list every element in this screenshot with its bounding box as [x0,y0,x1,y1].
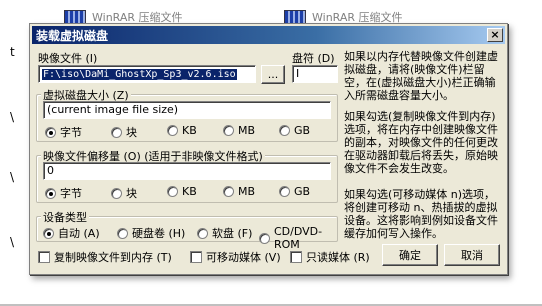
checkbox-label: 只读媒体 (R) [306,251,370,264]
unit-radio-kb[interactable]: KB [167,124,197,137]
cancel-button[interactable]: 取消 [444,244,500,266]
ok-button[interactable]: 确定 [382,244,438,266]
drive-letter-label: 盘符 (D) [292,52,335,65]
radio-button[interactable] [167,125,178,136]
browse-button[interactable]: ... [261,65,285,84]
help-text-memory: 如果以内存代替映像文件创建虚拟磁盘，请将(映像文件)栏留空，在(虚拟磁盘大小)栏… [344,50,498,102]
radio-label: CD/DVD-ROM [274,225,323,251]
offset-value: 0 [47,164,54,177]
checkbox[interactable] [290,251,302,263]
radio-button[interactable] [45,187,56,199]
radio-label: 字节 [60,187,82,200]
unit-radio-mb[interactable]: MB [223,124,255,137]
radio-button[interactable] [117,227,128,239]
checkbox-label: 可移动媒体 (V) [206,251,281,264]
background-text: \ [10,110,15,124]
close-button[interactable]: × [487,28,503,42]
dialog-titlebar[interactable]: 装载虚拟磁盘 × [32,26,505,44]
offset-group: 映像文件偏移量 (O) (适用于非映像文件格式) 0 字节 块 KB MB GB [36,148,338,203]
disk-size-value: (current image file size) [47,103,179,116]
cancel-button-label: 取消 [461,249,483,262]
checkbox-label: 复制映像文件到内存 (T) [54,251,172,264]
offset-input[interactable]: 0 [43,162,331,180]
background-text: t [10,45,15,59]
radio-label: 块 [126,187,137,200]
radio-label: MB [238,124,256,137]
copy-to-memory-checkbox[interactable]: 复制映像文件到内存 (T) [38,249,172,265]
device-radio-cdrom[interactable]: CD/DVD-ROM [259,225,337,251]
radio-label: 自动 (A) [58,227,100,240]
radio-label: GB [294,124,311,137]
offset-unit-radio-mb[interactable]: MB [223,185,255,198]
unit-radio-gb[interactable]: GB [279,124,310,137]
winrar-archive-icon [64,10,86,24]
radio-button[interactable] [197,227,208,239]
close-icon: × [490,28,500,41]
radio-label: 块 [126,126,137,139]
ok-button-label: 确定 [399,249,421,262]
radio-label: 硬盘卷 (H) [132,227,186,240]
device-type-group-title: 设备类型 [41,209,89,225]
radio-button[interactable] [259,232,270,244]
read-only-checkbox[interactable]: 只读媒体 (R) [290,249,370,265]
radio-label: KB [182,185,197,198]
radio-button[interactable] [167,186,178,197]
device-radio-floppy[interactable]: 软盘 (F) [197,225,252,241]
checkbox[interactable] [190,251,202,263]
disk-size-input[interactable]: (current image file size) [43,101,331,119]
browse-button-label: ... [267,68,279,81]
unit-radio-blocks[interactable]: 块 [111,124,137,140]
radio-button[interactable] [279,125,290,136]
offset-unit-radio-blocks[interactable]: 块 [111,185,137,201]
radio-button[interactable] [223,125,234,136]
background-text: \ [10,235,15,249]
radio-button[interactable] [279,186,290,197]
image-file-value: F:\iso\DaMi_GhostXp_Sp3_v2.6.iso [42,69,237,80]
radio-label: KB [182,124,197,137]
removable-media-checkbox[interactable]: 可移动媒体 (V) [190,249,281,265]
winrar-archive-icon [284,10,306,24]
image-file-label: 映像文件 (I) [38,52,98,65]
disk-size-group: 虚拟磁盘大小 (Z) (current image file size) 字节 … [36,87,338,142]
unit-radio-bytes[interactable]: 字节 [45,124,82,140]
offset-unit-radio-gb[interactable]: GB [279,185,310,198]
image-file-input[interactable]: F:\iso\DaMi_GhostXp_Sp3_v2.6.iso [38,65,256,83]
radio-button[interactable] [43,227,54,239]
offset-unit-radio-kb[interactable]: KB [167,185,197,198]
device-radio-auto[interactable]: 自动 (A) [43,225,100,241]
drive-letter-value: I [296,67,300,80]
checkbox[interactable] [38,251,50,263]
radio-button[interactable] [223,186,234,197]
drive-letter-input[interactable]: I [292,65,338,83]
radio-label: MB [238,185,256,198]
dialog-title: 装载虚拟磁盘 [36,28,109,43]
radio-button[interactable] [111,126,122,138]
help-text-copy-to-memory: 如果勾选(复制映像文件到内存)选项，将在内存中创建映像文件的副本，对映像文件的任… [344,110,498,175]
background-text: \ [10,170,15,184]
help-text-removable: 如果勾选(可移动媒体 n)选项，将创建可移动 n、热插拔的虚拟设备。这将影响到例… [344,188,498,240]
radio-button[interactable] [111,187,122,199]
mount-virtual-disk-dialog: 装载虚拟磁盘 × 映像文件 (I) F:\iso\DaMi_GhostXp_Sp… [29,23,508,275]
device-type-group: 设备类型 自动 (A) 硬盘卷 (H) 软盘 (F) CD/DVD-ROM [36,209,338,251]
radio-label: 软盘 (F) [212,227,253,240]
radio-label: 字节 [60,126,82,139]
radio-label: GB [294,185,311,198]
offset-unit-radio-bytes[interactable]: 字节 [45,185,82,201]
device-radio-hdd[interactable]: 硬盘卷 (H) [117,225,185,241]
radio-button[interactable] [45,126,56,138]
